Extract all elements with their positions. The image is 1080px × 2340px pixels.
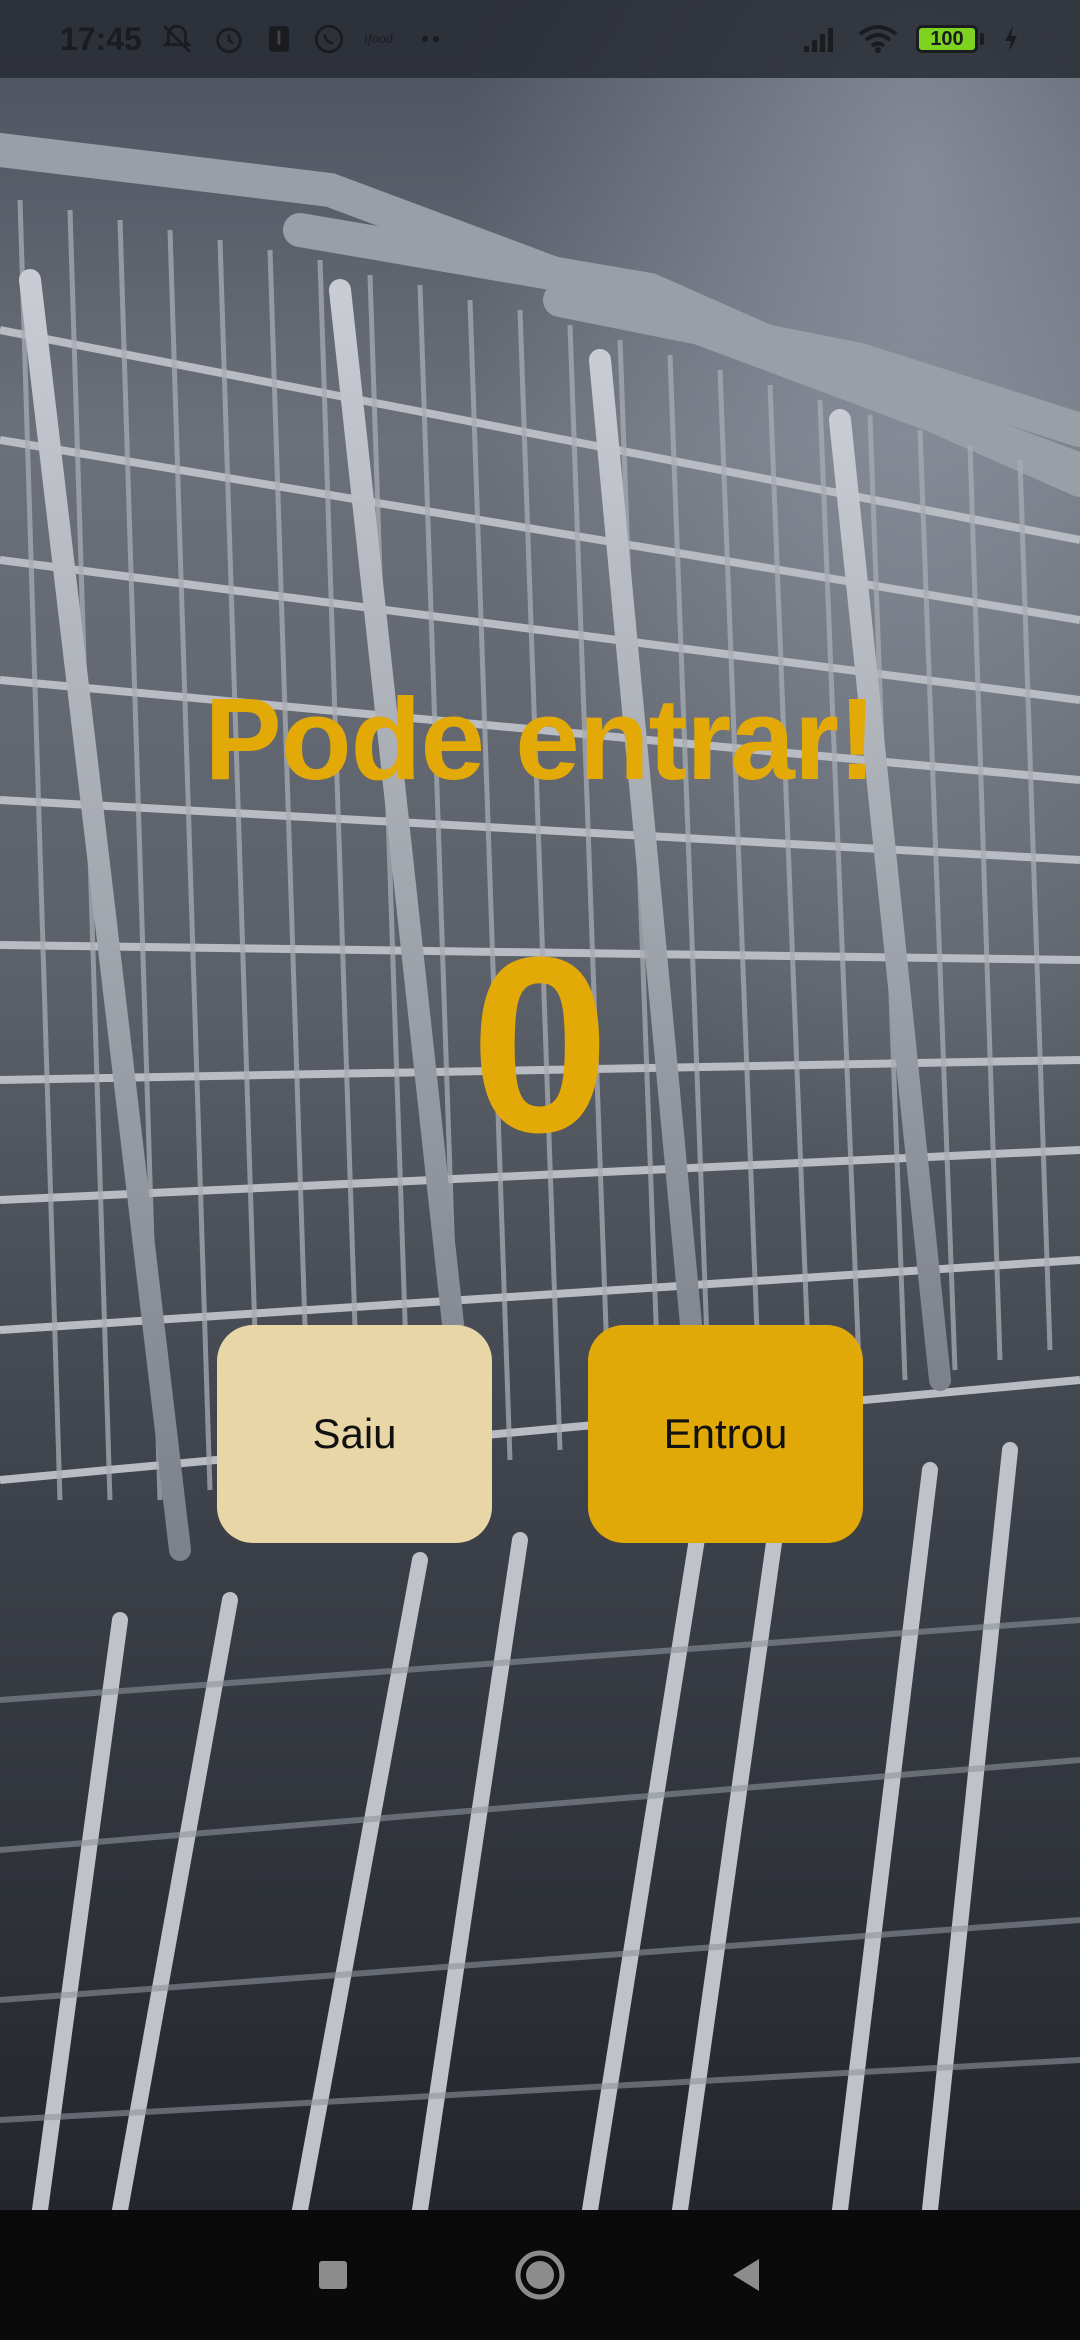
notifications-off-icon [160,22,194,56]
signal-icon [802,24,840,54]
back-icon[interactable] [702,2230,792,2320]
more-dots-icon [420,33,444,45]
people-counter: 0 [470,905,610,1184]
recents-icon[interactable] [288,2230,378,2320]
battery-icon: 100 [916,25,984,53]
exit-button[interactable]: Saiu [217,1325,492,1543]
status-bar-left: 17:45 ifood [60,21,444,58]
wifi-icon [858,24,898,54]
status-headline: Pode entrar! [204,674,876,804]
battery-level: 100 [916,25,978,53]
whatsapp-icon [312,22,346,56]
charging-icon [1002,24,1020,54]
status-bar-right: 100 [802,24,1020,54]
app-notification-icon: ifood [364,27,402,51]
app-screen: 17:45 ifood 100 Pode entrar! 0 Saiu Entr… [0,0,1080,2340]
usb-icon [264,22,294,56]
status-bar: 17:45 ifood 100 [0,0,1080,78]
navigation-bar [0,2210,1080,2340]
enter-button[interactable]: Entrou [588,1325,863,1543]
alarm-icon [212,22,246,56]
status-time: 17:45 [60,20,142,57]
svg-text:ifood: ifood [364,32,394,47]
counter-buttons: Saiu Entrou [0,1325,1080,1545]
home-icon[interactable] [495,2230,585,2320]
